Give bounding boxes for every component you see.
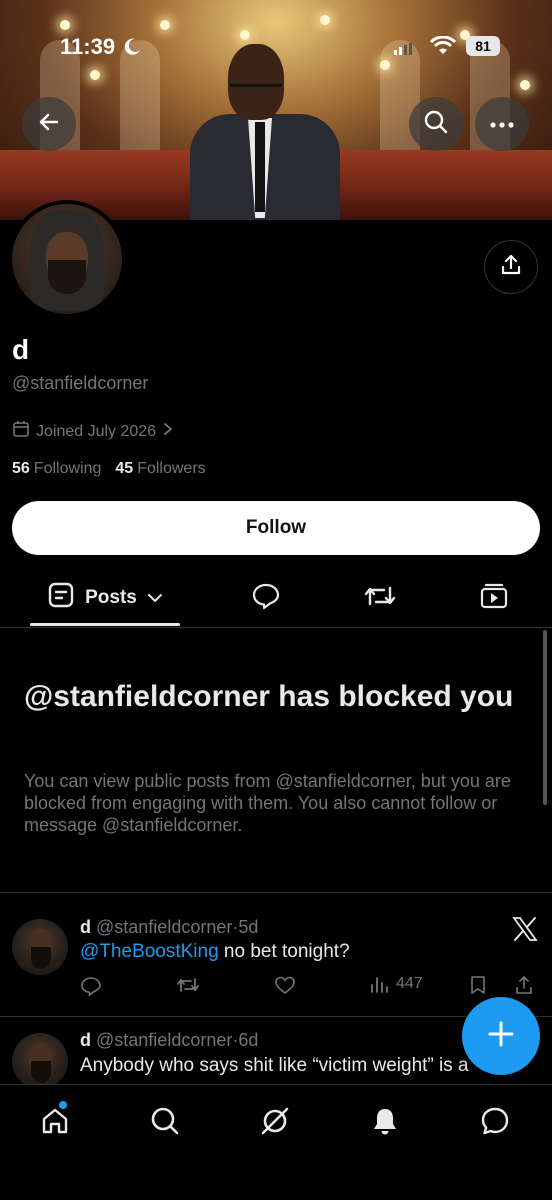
repost-icon: [364, 582, 396, 615]
post-actions: 447: [80, 975, 540, 999]
back-button[interactable]: [22, 97, 76, 151]
battery-indicator: 81: [466, 36, 500, 56]
profile-tabs: Posts: [0, 570, 552, 628]
tab-reposts[interactable]: [360, 570, 400, 626]
search-button[interactable]: [409, 97, 463, 151]
nav-notifications[interactable]: [365, 1103, 405, 1143]
chevron-down-icon: [147, 587, 163, 609]
grok-icon: [259, 1105, 291, 1142]
joined-date[interactable]: Joined July 2026: [12, 420, 174, 443]
profile-name: d: [12, 334, 30, 365]
search-icon: [149, 1105, 181, 1142]
blocked-title: @stanfieldcorner has blocked you: [24, 680, 514, 713]
moon-icon: [122, 37, 142, 62]
profile-avatar[interactable]: [8, 200, 126, 318]
tab-posts-label: Posts: [85, 587, 137, 608]
reply-button[interactable]: [80, 975, 102, 997]
nav-home[interactable]: [35, 1101, 75, 1143]
notification-dot: [59, 1101, 67, 1109]
compose-button[interactable]: [462, 997, 540, 1075]
mention-link[interactable]: @TheBoostKing: [80, 941, 219, 962]
joined-label: Joined July 2026: [36, 422, 157, 440]
home-icon: [39, 1105, 71, 1142]
post-avatar[interactable]: [12, 919, 68, 975]
tab-media[interactable]: [474, 570, 514, 626]
views-count: 447: [396, 975, 423, 992]
repost-button[interactable]: [176, 975, 200, 995]
following-link[interactable]: 56 Following: [12, 460, 101, 478]
divider: [0, 892, 552, 893]
more-options-button[interactable]: [475, 97, 529, 151]
follow-stats: 56 Following 45 Followers: [12, 460, 206, 478]
reply-icon: [251, 581, 281, 616]
post-meta: d @stanfieldcorner·5d: [80, 917, 259, 937]
scrollbar[interactable]: [543, 630, 547, 805]
message-icon: [479, 1105, 511, 1142]
profile-handle: @stanfieldcorner: [12, 373, 149, 393]
views-button[interactable]: 447: [370, 975, 423, 993]
active-tab-indicator: [30, 623, 180, 626]
nav-messages[interactable]: [475, 1103, 515, 1143]
more-icon: [490, 115, 514, 133]
status-bar: 11:39 81: [0, 28, 552, 64]
back-arrow-icon: [37, 110, 61, 139]
post-meta: d @stanfieldcorner·6d: [80, 1030, 259, 1050]
chevron-right-icon: [162, 422, 174, 441]
post-text: Anybody who says shit like “victim weigh…: [80, 1055, 469, 1076]
tab-posts[interactable]: Posts: [30, 570, 180, 626]
signal-icon: [394, 42, 412, 60]
status-time: 11:39: [60, 34, 116, 59]
calendar-icon: [12, 420, 30, 443]
x-logo-icon: [512, 916, 538, 947]
wifi-icon: [429, 35, 457, 61]
follow-button[interactable]: Follow: [12, 501, 540, 555]
share-button[interactable]: [484, 240, 538, 294]
posts-icon: [47, 581, 75, 615]
nav-search[interactable]: [145, 1103, 185, 1143]
post-avatar[interactable]: [12, 1033, 68, 1089]
share-icon: [499, 253, 523, 282]
media-icon: [479, 581, 509, 616]
share-post-button[interactable]: [514, 975, 534, 995]
compose-plus-icon: [487, 1020, 515, 1053]
like-button[interactable]: [274, 975, 296, 995]
bookmark-button[interactable]: [469, 975, 487, 995]
blocked-description: You can view public posts from @stanfiel…: [24, 771, 511, 835]
nav-grok[interactable]: [255, 1103, 295, 1143]
post-text: @TheBoostKing no bet tonight?: [80, 941, 350, 962]
tab-replies[interactable]: [246, 570, 286, 626]
search-icon: [423, 109, 449, 140]
bell-icon: [369, 1105, 401, 1142]
followers-link[interactable]: 45 Followers: [115, 460, 205, 478]
bottom-navigation: [0, 1084, 552, 1200]
